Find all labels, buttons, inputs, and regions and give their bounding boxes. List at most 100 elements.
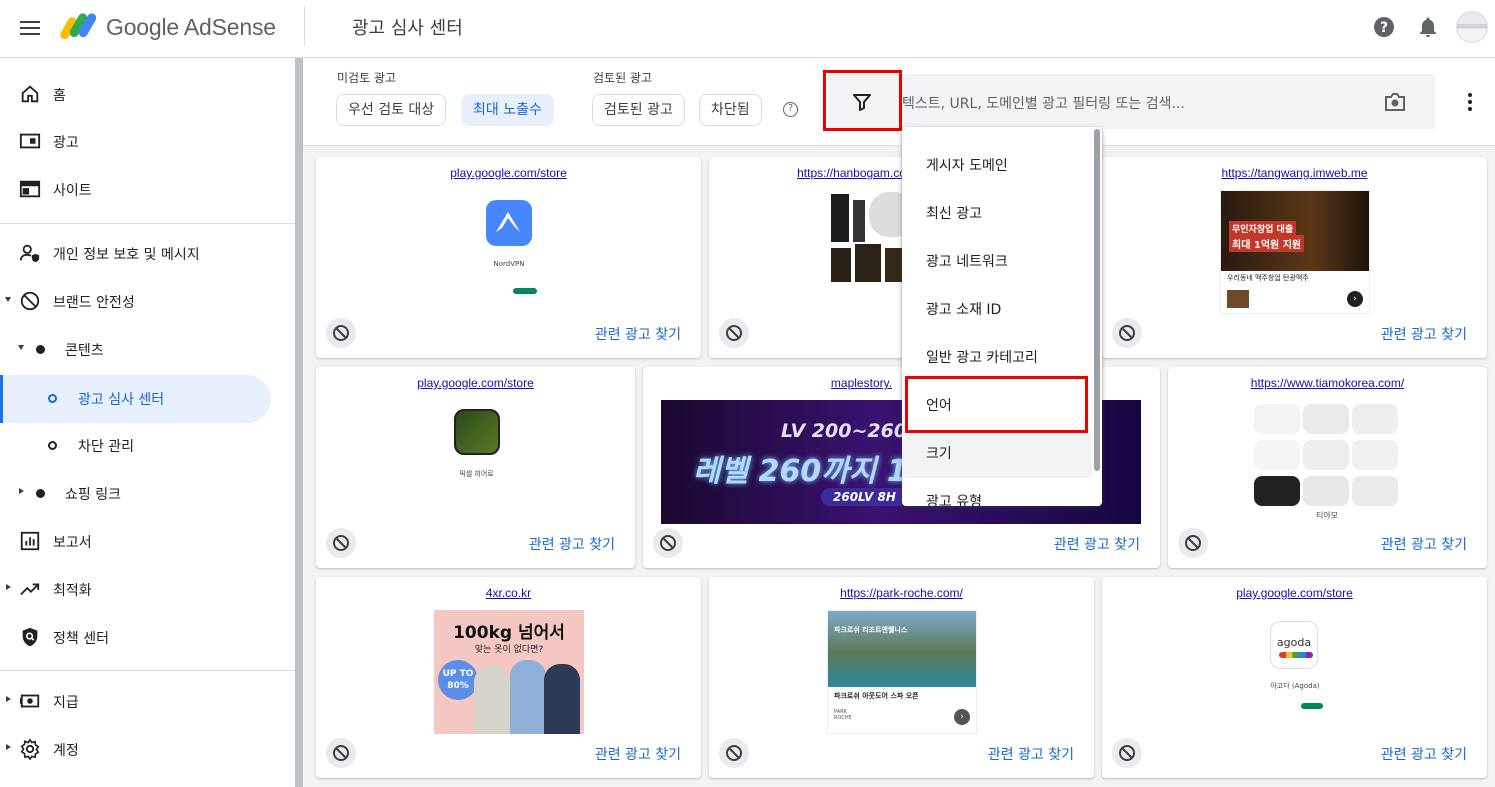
- sidebar-item-label: 콘텐츠: [65, 343, 104, 359]
- ad-creative[interactable]: 무인자창업 대출 최대 1억원 지원 우리동네 맥주창업 탄광맥주 ›: [1220, 190, 1370, 314]
- ad-headline: 레벨 260까지 1: [693, 454, 908, 489]
- sidebar-scrollbar[interactable]: [295, 58, 303, 787]
- block-icon: [726, 745, 742, 761]
- find-related-ads-link[interactable]: 관련 광고 찾기: [595, 324, 681, 344]
- ad-card[interactable]: play.google.com/store NordVPN 관련 광고 찾기: [316, 157, 701, 358]
- block-ad-button[interactable]: [719, 738, 749, 768]
- ad-caption: 파크로쉬 아웃도어 스파 오픈: [834, 692, 919, 700]
- block-ad-button[interactable]: [1112, 738, 1142, 768]
- sidebar-item-account[interactable]: 계정: [0, 729, 295, 769]
- chip-reviewed-ads[interactable]: 검토된 광고: [592, 94, 685, 126]
- chip-blocked[interactable]: 차단됨: [699, 94, 762, 126]
- sidebar-item-label: 계정: [53, 743, 79, 759]
- sidebar-item-blocking-controls[interactable]: 차단 관리: [0, 425, 295, 465]
- ad-badge: UP TO 80%: [438, 660, 478, 700]
- sidebar-item-label: 광고 심사 센터: [78, 392, 165, 408]
- expand-arrow-icon[interactable]: [19, 488, 24, 494]
- reviewed-group-label: 검토된 광고: [593, 71, 653, 85]
- ad-creative[interactable]: 100kg 넘어서 맞는 옷이 없다면? UP TO 80%: [434, 610, 584, 734]
- install-badge: [513, 288, 537, 294]
- ad-headline: 무인자창업 대출: [1229, 221, 1297, 236]
- menu-item-creative-id[interactable]: 광고 소재 ID: [902, 286, 1092, 334]
- ad-url-link[interactable]: 4xr.co.kr: [316, 586, 701, 600]
- menu-item-ad-network[interactable]: 광고 네트워크: [902, 238, 1092, 286]
- ad-card[interactable]: https://www.tiamokorea.com/ 티아모 관련 광고 찾기: [1168, 367, 1487, 568]
- find-related-ads-link[interactable]: 관련 광고 찾기: [529, 534, 615, 554]
- ad-url-link[interactable]: play.google.com/store: [1102, 586, 1487, 600]
- reports-icon: [20, 531, 40, 551]
- home-icon: [21, 85, 39, 103]
- menu-item-ad-type[interactable]: 광고 유형: [902, 478, 1092, 506]
- ad-card[interactable]: https://tangwang.imweb.me 무인자창업 대출 최대 1억…: [1102, 157, 1487, 358]
- find-related-ads-link[interactable]: 관련 광고 찾기: [1381, 744, 1467, 764]
- block-ad-button[interactable]: [1178, 528, 1208, 558]
- notifications-icon[interactable]: [1416, 15, 1440, 39]
- sidebar-item-brand-safety[interactable]: 브랜드 안전성: [0, 281, 295, 321]
- find-related-ads-link[interactable]: 관련 광고 찾기: [1054, 534, 1140, 554]
- sidebar-item-payments[interactable]: 지급: [0, 681, 295, 721]
- sidebar-item-reports[interactable]: 보고서: [0, 521, 295, 561]
- block-icon: [20, 291, 40, 311]
- expand-arrow-icon[interactable]: [6, 696, 11, 702]
- sidebar-item-policy-center[interactable]: 정책 센터: [0, 617, 295, 657]
- menu-item-general-category[interactable]: 일반 광고 카테고리: [902, 334, 1092, 382]
- bullet-icon: [36, 489, 45, 498]
- block-icon: [726, 325, 742, 341]
- ad-creative[interactable]: 픽셀 히어로: [449, 407, 504, 519]
- ad-url-link[interactable]: https://tangwang.imweb.me: [1102, 166, 1487, 180]
- block-ad-button[interactable]: [326, 738, 356, 768]
- find-related-ads-link[interactable]: 관련 광고 찾기: [1381, 534, 1467, 554]
- menu-item-size[interactable]: 크기: [902, 430, 1092, 478]
- more-vert-icon[interactable]: [1466, 93, 1474, 111]
- expand-arrow-icon[interactable]: [5, 297, 11, 302]
- find-related-ads-link[interactable]: 관련 광고 찾기: [595, 744, 681, 764]
- expand-arrow-icon[interactable]: [6, 744, 11, 750]
- ad-card[interactable]: https://park-roche.com/ 파크로쉬 리조트앤웰니스 파크로…: [709, 577, 1094, 778]
- ad-creative[interactable]: NordVPN: [479, 195, 539, 305]
- ad-card[interactable]: play.google.com/store 픽셀 히어로 관련 광고 찾기: [316, 367, 635, 568]
- block-icon: [333, 325, 349, 341]
- find-related-ads-link[interactable]: 관련 광고 찾기: [988, 744, 1074, 764]
- find-related-ads-link[interactable]: 관련 광고 찾기: [1381, 324, 1467, 344]
- ad-creative[interactable]: 파크로쉬 리조트앤웰니스 파크로쉬 아웃도어 스파 오픈 PARK ROCHE …: [827, 610, 977, 734]
- block-ad-button[interactable]: [1112, 318, 1142, 348]
- block-ad-button[interactable]: [326, 318, 356, 348]
- sidebar-item-shopping-links[interactable]: 쇼핑 링크: [0, 473, 295, 513]
- help-icon[interactable]: ?: [783, 102, 798, 117]
- menu-item-latest-ads[interactable]: 최신 광고: [902, 190, 1092, 238]
- sidebar-item-privacy[interactable]: 개인 정보 보호 및 메시지: [0, 233, 295, 273]
- avatar[interactable]: [1456, 11, 1488, 43]
- expand-arrow-icon[interactable]: [18, 345, 24, 350]
- expand-arrow-icon[interactable]: [6, 584, 11, 590]
- policy-icon: [22, 627, 38, 647]
- camera-icon[interactable]: [1384, 92, 1406, 112]
- block-ad-button[interactable]: [653, 528, 683, 558]
- menu-icon[interactable]: [18, 17, 42, 41]
- ad-creative[interactable]: 티아모: [1252, 400, 1402, 520]
- ad-card[interactable]: play.google.com/store agoda 아고다 (Agoda) …: [1102, 577, 1487, 778]
- menu-item-publisher-domain[interactable]: 게시자 도메인: [902, 142, 1092, 190]
- privacy-icon: [19, 244, 40, 263]
- bullet-ring-icon: [48, 441, 57, 450]
- sidebar-item-home[interactable]: 홈: [0, 74, 295, 114]
- chip-priority-review[interactable]: 우선 검토 대상: [336, 94, 447, 126]
- sidebar-item-content[interactable]: 콘텐츠: [0, 329, 295, 369]
- ad-creative[interactable]: agoda 아고다 (Agoda): [1265, 617, 1325, 727]
- sidebar-item-label: 지급: [53, 695, 79, 711]
- sidebar-item-optimization[interactable]: 최적화: [0, 569, 295, 609]
- adsense-logo-icon[interactable]: [60, 10, 96, 42]
- dropdown-scrollbar[interactable]: [1094, 129, 1100, 471]
- block-icon: [660, 535, 676, 551]
- ad-url-link[interactable]: https://park-roche.com/: [709, 586, 1094, 600]
- sidebar-item-sites[interactable]: 사이트: [0, 169, 295, 209]
- block-ad-button[interactable]: [719, 318, 749, 348]
- sidebar-item-ad-review-center[interactable]: 광고 심사 센터: [0, 378, 295, 418]
- ad-url-link[interactable]: https://www.tiamokorea.com/: [1168, 376, 1487, 390]
- ad-card[interactable]: 4xr.co.kr 100kg 넘어서 맞는 옷이 없다면? UP TO 80%…: [316, 577, 701, 778]
- search-input[interactable]: 텍스트, URL, 도메인별 광고 필터링 또는 검색...: [902, 93, 1185, 113]
- help-icon[interactable]: ?: [1372, 15, 1396, 39]
- chip-top-impressions[interactable]: 최대 노출수: [461, 94, 554, 126]
- app-name[interactable]: Google AdSense: [106, 14, 276, 41]
- sidebar-item-ads[interactable]: 광고: [0, 121, 295, 161]
- block-ad-button[interactable]: [326, 528, 356, 558]
